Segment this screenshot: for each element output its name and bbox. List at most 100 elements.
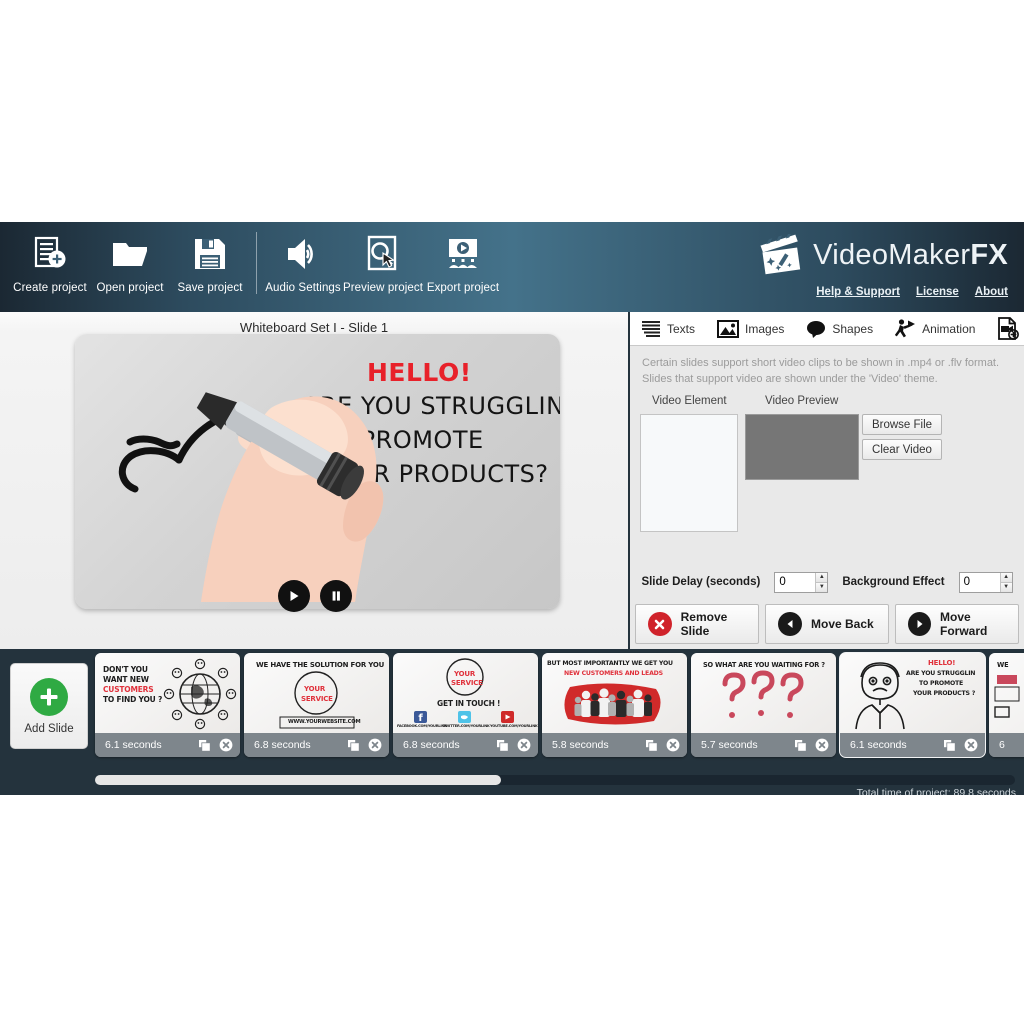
video-preview-box <box>745 414 859 481</box>
slide-thumbnail-art-5: SO WHAT ARE YOU WAITING FOR ? <box>691 653 836 733</box>
slide-delay-input[interactable] <box>775 572 816 592</box>
background-effect-input[interactable] <box>959 572 1000 592</box>
slide-duration-4: 5.8 seconds <box>552 739 609 751</box>
add-slide-label: Add Slide <box>24 722 74 735</box>
slide-delay-stepper[interactable]: ▲ ▼ <box>774 571 829 593</box>
create-project-button[interactable]: Create project <box>10 228 90 294</box>
tab-animation-label: Animation <box>922 321 976 336</box>
delete-slide-icon[interactable] <box>665 738 680 753</box>
delete-slide-icon[interactable] <box>367 738 382 753</box>
filmstrip-scrollbar-thumb[interactable] <box>95 775 501 785</box>
crowd-red-icon <box>564 683 661 725</box>
pause-button[interactable] <box>320 580 352 612</box>
delete-slide-icon[interactable] <box>516 738 531 753</box>
tab-images[interactable]: Images <box>706 312 795 345</box>
slide-thumbnail-actions-2 <box>346 738 382 753</box>
globe-people-icon <box>163 658 237 730</box>
brand-light-text: VideoMaker <box>813 238 971 271</box>
delete-slide-icon[interactable] <box>963 738 978 753</box>
delete-slide-icon[interactable] <box>814 738 829 753</box>
duplicate-slide-icon[interactable] <box>495 738 510 753</box>
slide-thumbnail-bar-4: 5.8 seconds <box>542 733 687 757</box>
save-project-label: Save project <box>177 282 243 294</box>
move-forward-icon <box>908 612 931 636</box>
video-element-list[interactable] <box>640 414 738 533</box>
tab-animation[interactable]: Animation <box>884 312 986 345</box>
slide2-line2: YOUR <box>304 685 326 693</box>
export-project-button[interactable]: Export project <box>423 228 503 294</box>
save-disk-icon <box>190 228 230 280</box>
save-project-button[interactable]: Save project <box>170 228 250 294</box>
slide-delay-down-icon[interactable]: ▼ <box>816 581 828 592</box>
slide-delay-up-icon[interactable]: ▲ <box>816 572 828 582</box>
running-person-icon <box>895 319 916 338</box>
slide-thumbnail-art-1: DON'T YOU WANT NEW CUSTOMERS TO FIND YOU… <box>95 653 240 733</box>
background-effect-down-icon[interactable]: ▼ <box>1000 581 1012 592</box>
total-time-label: Total time of project: 89.8 seconds <box>856 787 1016 795</box>
duplicate-slide-icon[interactable] <box>197 738 212 753</box>
preview-project-label: Preview project <box>342 282 424 294</box>
move-forward-button[interactable]: Move Forward <box>895 604 1019 644</box>
open-project-button[interactable]: Open project <box>90 228 170 294</box>
slide-thumbnail-bar-3: 6.8 seconds <box>393 733 538 757</box>
browse-file-button[interactable]: Browse File <box>862 414 942 436</box>
brand-logo: VideoMakerFX <box>757 234 1008 276</box>
license-link[interactable]: License <box>916 286 959 298</box>
audio-settings-button[interactable]: Audio Settings <box>263 228 343 294</box>
slide-thumbnail-actions-5 <box>793 738 829 753</box>
videomakerfx-window: Create project Open project Save project… <box>0 222 1024 795</box>
slide-thumbnail-actions-1 <box>197 738 233 753</box>
video-preview-label: Video Preview <box>765 395 839 408</box>
background-effect-stepper[interactable]: ▲ ▼ <box>958 571 1013 593</box>
table-row[interactable]: DON'T YOU WANT NEW CUSTOMERS TO FIND YOU… <box>95 653 240 757</box>
preview-project-button[interactable]: Preview project <box>343 228 423 294</box>
slide-thumbnail-art-3: f YOUR SERVICE GET IN TOUCH ! FACEBOOK.C… <box>393 653 538 733</box>
clear-video-button[interactable]: Clear Video <box>862 439 942 461</box>
move-back-label: Move Back <box>811 617 874 631</box>
slide-thumbnail-actions-3 <box>495 738 531 753</box>
duplicate-slide-icon[interactable] <box>644 738 659 753</box>
add-slide-button[interactable]: Add Slide <box>10 663 88 749</box>
table-row[interactable]: BUT MOST IMPORTANTLY WE GET YOU NEW CUST… <box>542 653 687 757</box>
service-circle-icon: f <box>414 658 514 724</box>
help-support-link[interactable]: Help & Support <box>816 286 900 298</box>
slide-settings-row: Slide Delay (seconds) ▲ ▼ Background Eff… <box>630 568 1024 596</box>
brand-bold-text: FX <box>970 238 1008 271</box>
whiteboard-line-1: ARE YOU STRUGGLING <box>303 392 560 420</box>
tab-texts[interactable]: Texts <box>630 312 706 345</box>
filmstrip-scrollbar-track[interactable] <box>95 775 1015 785</box>
duplicate-slide-icon[interactable] <box>942 738 957 753</box>
table-row[interactable]: WE HAVE THE SOLUTION FOR YOU YOUR SERVIC… <box>244 653 389 757</box>
table-row[interactable]: WE 6 <box>989 653 1024 757</box>
move-back-button[interactable]: Move Back <box>765 604 889 644</box>
slide6-line2: ARE YOU STRUGGLIN <box>906 670 976 677</box>
slide-delay-spin-buttons[interactable]: ▲ ▼ <box>815 572 828 592</box>
play-button[interactable] <box>278 580 310 612</box>
background-effect-label: Background Effect <box>842 576 945 588</box>
table-row[interactable]: f YOUR SERVICE GET IN TOUCH ! FACEBOOK.C… <box>393 653 538 757</box>
tab-shapes[interactable]: Shapes <box>795 312 884 345</box>
add-video-button[interactable] <box>986 316 1024 341</box>
slide-thumbnail-art-7: WE <box>989 653 1024 733</box>
duplicate-slide-icon[interactable] <box>793 738 808 753</box>
delete-slide-icon[interactable] <box>218 738 233 753</box>
slide-canvas[interactable]: HELLO! ARE YOU STRUGGLING TO PROMOTE YOU… <box>75 334 560 609</box>
add-video-icon <box>998 316 1020 340</box>
about-link[interactable]: About <box>975 286 1008 298</box>
background-effect-spin-buttons[interactable]: ▲ ▼ <box>999 572 1012 592</box>
slide-duration-2: 6.8 seconds <box>254 739 311 751</box>
audio-settings-label: Audio Settings <box>265 282 341 294</box>
slide3-line5: TWITTER.COM/YOURLINK <box>443 724 490 728</box>
add-slide-icon <box>30 677 68 716</box>
move-back-icon <box>778 612 802 636</box>
remove-slide-button[interactable]: Remove Slide <box>635 604 759 644</box>
duplicate-slide-icon[interactable] <box>346 738 361 753</box>
speech-bubble-icon <box>807 320 826 338</box>
table-row[interactable]: HELLO! ARE YOU STRUGGLIN TO PROMOTE YOUR… <box>839 652 986 758</box>
slide2-line3: SERVICE <box>301 695 333 703</box>
remove-slide-icon <box>648 612 672 636</box>
whiteboard-hello-text: HELLO! <box>367 358 472 387</box>
background-effect-up-icon[interactable]: ▲ <box>1000 572 1012 582</box>
table-row[interactable]: SO WHAT ARE YOU WAITING FOR ? 5.7 second… <box>691 653 836 757</box>
toolbar-divider <box>256 232 257 294</box>
